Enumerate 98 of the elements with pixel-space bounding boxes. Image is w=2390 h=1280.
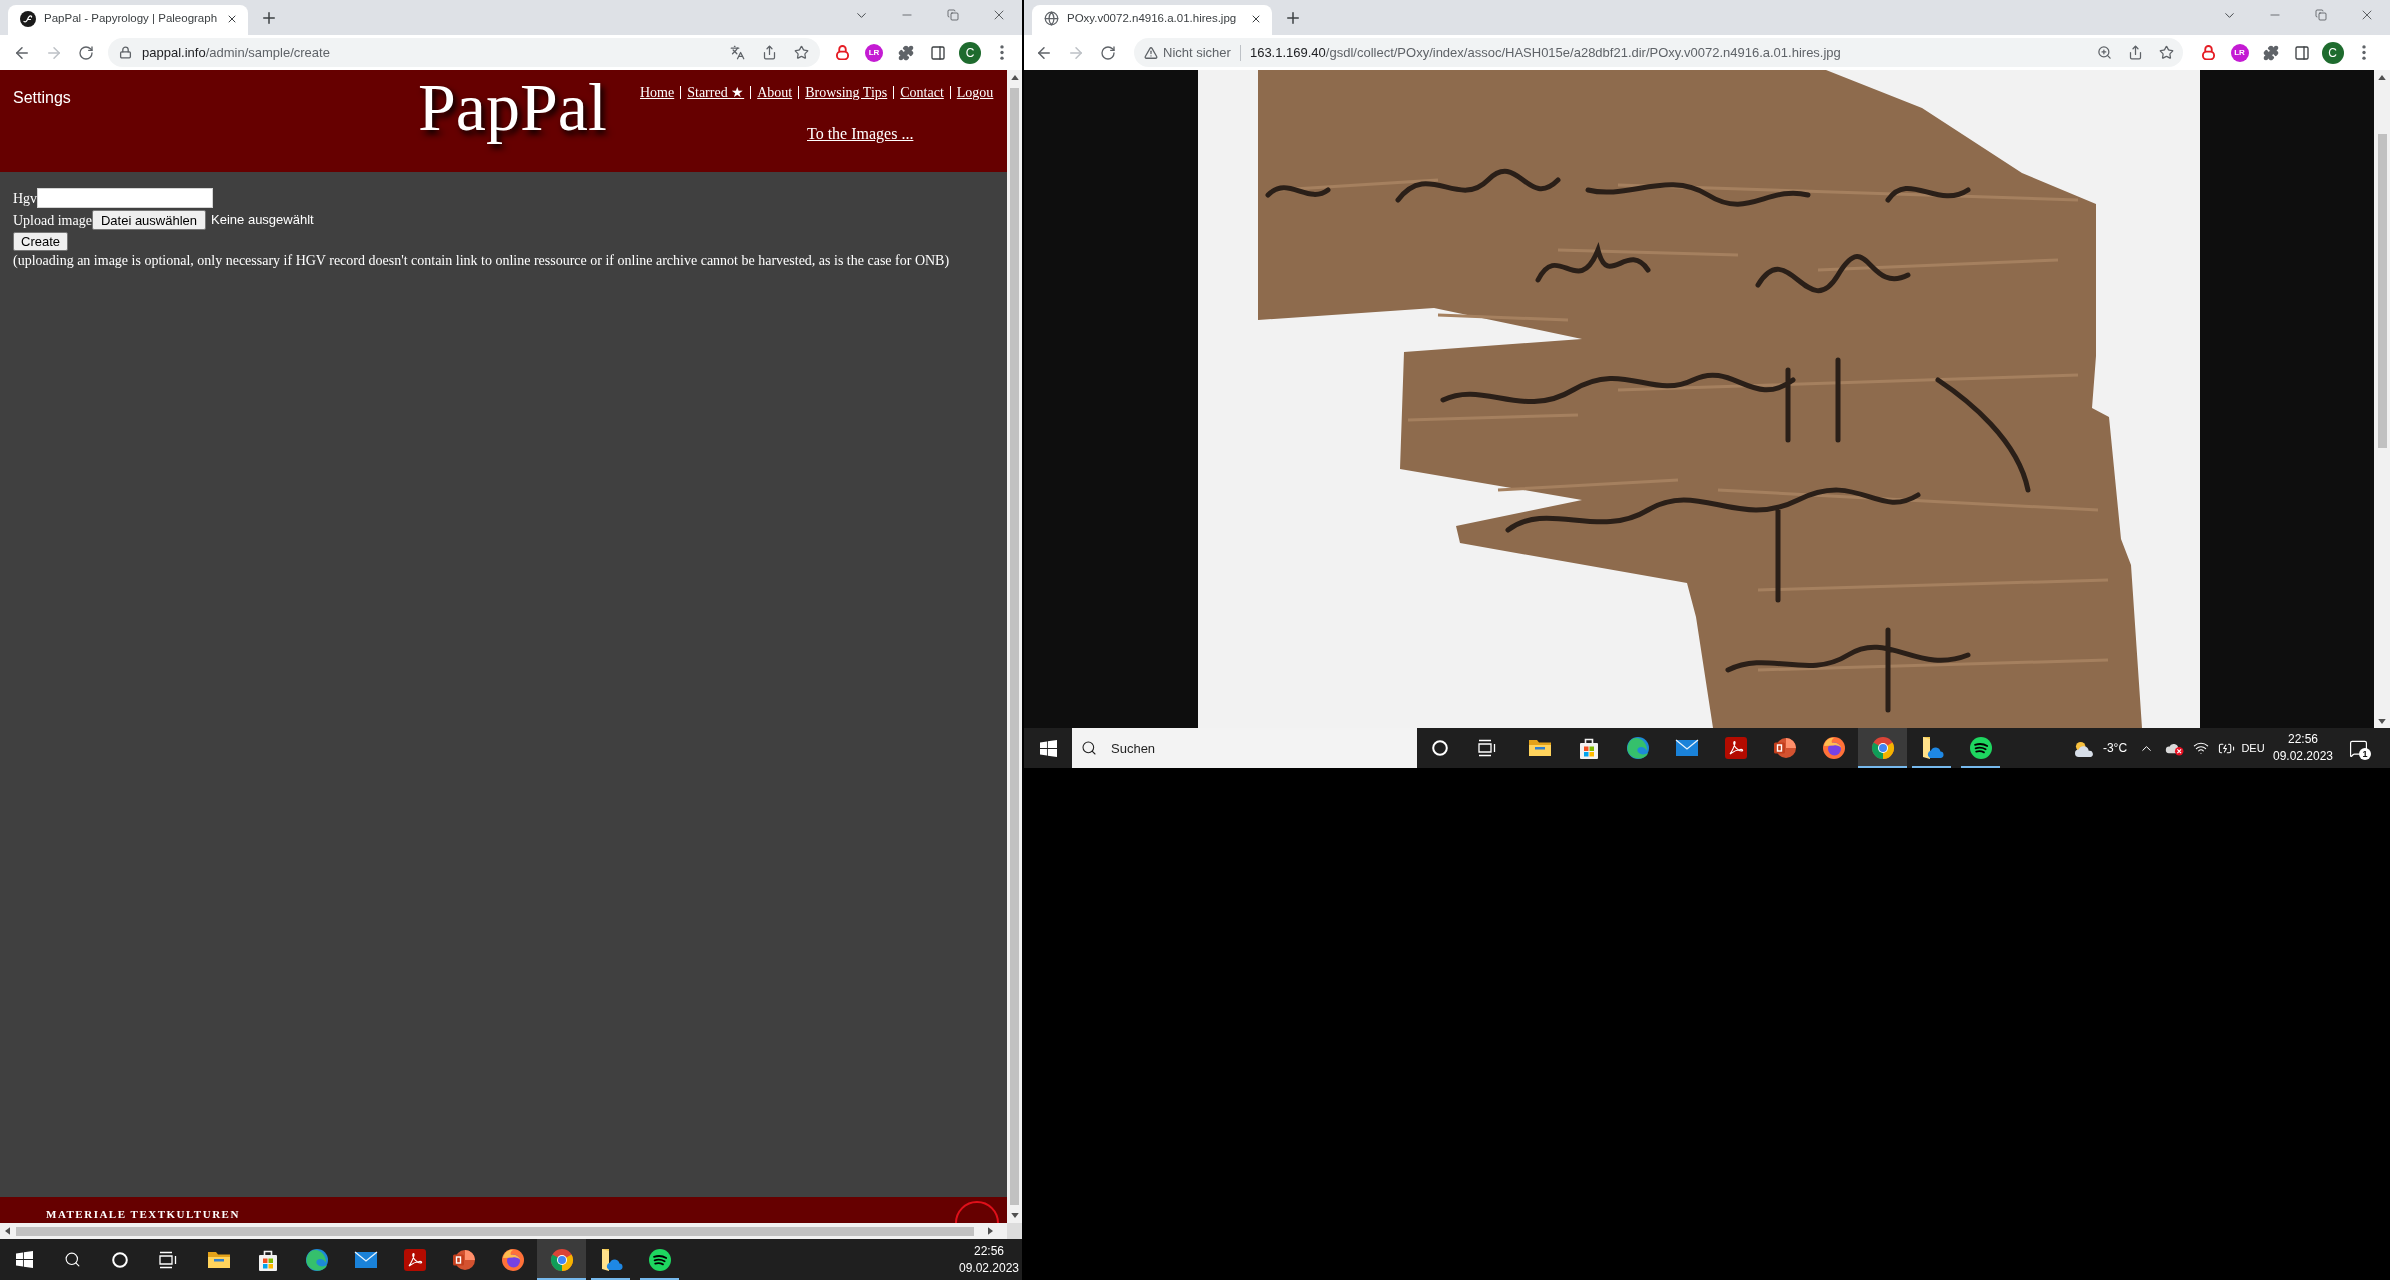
search-icon — [1081, 740, 1097, 756]
scrollbar-corner — [1007, 1223, 1022, 1239]
profile-avatar-button[interactable]: C — [959, 41, 981, 64]
ring-icon — [954, 1201, 1000, 1223]
scroll-right-icon[interactable] — [988, 1227, 993, 1235]
scroll-up-icon[interactable] — [2378, 74, 2386, 80]
wifi-icon[interactable] — [2193, 740, 2209, 756]
search-field[interactable]: Suchen — [1072, 728, 1417, 768]
weather-temperature[interactable]: -3°C — [2098, 728, 2132, 768]
scrollbar-thumb[interactable] — [16, 1226, 974, 1236]
puzzle-icon — [2262, 44, 2279, 61]
lock-icon — [2202, 45, 2215, 60]
plus-icon — [260, 9, 278, 27]
windows-logo-icon — [15, 1251, 33, 1268]
images-link[interactable]: To the Images ... — [807, 125, 914, 142]
side-panel-icon — [930, 44, 946, 61]
browser-tab[interactable]: PapPal - Papyrology | Paleograph — [8, 5, 248, 35]
circle-icon — [112, 1251, 128, 1268]
browser-tab[interactable]: POxy.v0072.n4916.a.01.hires.jpg — [1032, 5, 1272, 35]
swirl-circle-icon — [1625, 736, 1650, 760]
notification-button[interactable]: 1 — [2348, 738, 2368, 758]
address-bar[interactable]: Nicht sicher 163.1.169.40/gsdl/collect/POxy/index/assoc/HASH015e/a28dbf21.dir/POxy.v0072.n4916.a.01.hires.jpg — [1134, 38, 2183, 67]
scroll-up-icon[interactable] — [1010, 75, 1019, 80]
sound-waves-circle-icon — [1968, 736, 1993, 760]
task-view-icon — [159, 1250, 177, 1269]
extension-button[interactable]: LR — [2230, 43, 2249, 62]
lock-icon — [119, 46, 132, 59]
notification-icon — [2348, 738, 2368, 758]
star-icon — [793, 45, 809, 60]
nav-link[interactable]: Starred ★ — [687, 84, 745, 101]
kebab-menu-icon — [1000, 45, 1004, 60]
scroll-left-icon[interactable] — [5, 1227, 10, 1235]
field-label: Upload image — [13, 211, 92, 230]
windows-logo-icon — [1039, 739, 1057, 757]
vertical-scrollbar[interactable] — [1007, 70, 1022, 1223]
star-icon — [2159, 45, 2174, 60]
globe-icon — [1044, 11, 1059, 26]
segmented-circle-icon — [1870, 736, 1895, 760]
zoom-in-icon — [2097, 45, 2112, 60]
kebab-menu-icon — [2361, 45, 2366, 60]
file-choose-button[interactable]: Datei auswählen — [91, 210, 207, 230]
file-status: Keine ausgewählt — [211, 211, 314, 230]
settings-link[interactable]: Settings — [13, 89, 71, 106]
horizontal-scrollbar[interactable] — [0, 1223, 1022, 1239]
extension-button[interactable]: LR — [865, 43, 883, 62]
clock-date[interactable]: 09.02.2023 — [958, 1259, 1020, 1277]
nav-link[interactable]: Logou — [956, 84, 994, 101]
lock-icon — [835, 45, 849, 60]
flame-globe-icon — [1821, 736, 1846, 760]
taskbar-app-button[interactable] — [1858, 728, 1907, 768]
notification-count: 1 — [2359, 748, 2371, 760]
help-text: (uploading an image is optional, only necessary if HGV record doesn't contain link to online ressource or if online archive cannot be harvested, as is the case for ONB) — [13, 253, 950, 269]
site-info-button[interactable]: Nicht sicher — [1134, 42, 1231, 63]
scrollbar-thumb[interactable] — [2377, 134, 2387, 448]
task-view-icon — [1477, 739, 1496, 757]
document-app-icon — [402, 1247, 427, 1272]
segmented-circle-icon — [549, 1247, 574, 1272]
nav-link[interactable]: Contact — [900, 84, 944, 101]
side-panel-icon — [2293, 44, 2310, 61]
slides-app-icon — [1772, 736, 1797, 760]
logo-icon — [20, 10, 36, 27]
clock-time[interactable]: 22:56 — [974, 1242, 1004, 1260]
puzzle-icon — [898, 44, 914, 61]
search-icon — [63, 1251, 81, 1268]
language-indicator[interactable]: DEU — [2238, 728, 2268, 768]
reload-icon — [78, 44, 94, 61]
slides-app-icon — [451, 1247, 476, 1272]
reload-icon — [1100, 44, 1116, 61]
restore-icon — [947, 9, 959, 21]
clock-date[interactable]: 09.02.2023 — [2272, 748, 2334, 765]
footer-title: MATERIALE TEXTKULTUREN — [46, 1208, 240, 1222]
field-label: Hgv — [13, 189, 38, 208]
plus-icon — [1284, 9, 1302, 27]
circle-icon — [1432, 740, 1448, 756]
restore-icon — [2315, 9, 2327, 21]
swirl-circle-icon — [304, 1247, 329, 1272]
scroll-down-icon[interactable] — [1010, 1213, 1019, 1218]
document-app-icon — [1723, 736, 1748, 760]
site-title: PapPal — [418, 69, 607, 145]
sound-waves-circle-icon — [647, 1247, 672, 1272]
scrollbar-thumb[interactable] — [1010, 88, 1019, 1205]
address-bar[interactable]: pappal.info/admin/sample/create — [108, 38, 820, 67]
nav-link[interactable]: Home — [640, 84, 675, 101]
share-icon — [761, 45, 777, 60]
nav-link[interactable]: About — [757, 84, 793, 101]
hgv-input[interactable] — [37, 188, 214, 208]
create-button[interactable]: Create — [13, 232, 69, 251]
warning-icon — [1144, 45, 1158, 60]
vertical-scrollbar[interactable] — [2374, 70, 2390, 728]
profile-avatar-button[interactable]: C — [2321, 41, 2344, 64]
nav-link[interactable]: Browsing Tips — [805, 84, 888, 101]
translate-icon — [729, 45, 745, 60]
taskbar-app-button[interactable] — [537, 1239, 586, 1280]
scroll-down-icon[interactable] — [2378, 718, 2386, 724]
sun-cloud-icon[interactable] — [2072, 739, 2094, 757]
clock-time[interactable]: 22:56 — [2288, 731, 2318, 748]
share-icon — [2128, 45, 2143, 60]
flame-globe-icon — [500, 1247, 525, 1272]
